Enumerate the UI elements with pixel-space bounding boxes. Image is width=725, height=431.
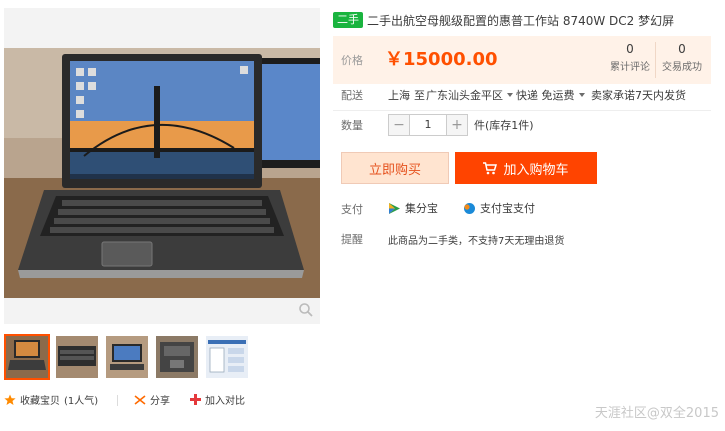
secondhand-tag: 二手 (333, 12, 363, 28)
shipping-promise: 卖家承诺7天内发货 (591, 89, 686, 102)
share-link[interactable]: 分享 (134, 392, 170, 407)
review-count[interactable]: 0 累计评论 (605, 42, 655, 73)
quantity-stepper: − 1 + 件(库存1件) (388, 114, 534, 136)
shipping-method: 快递 免运费 (516, 89, 575, 102)
thumbnail[interactable] (204, 334, 250, 380)
cart-icon (483, 161, 498, 174)
payment-option-jifenbao: 集分宝 (388, 200, 438, 216)
share-icon (134, 394, 146, 405)
payment-row: 支付 集分宝 支付宝支付 (333, 200, 715, 218)
compare-label: 加入对比 (205, 396, 245, 407)
jifenbao-icon (389, 202, 400, 214)
quantity-row: 数量 − 1 + 件(库存1件) (333, 114, 715, 136)
favorite-label: 收藏宝贝 (20, 396, 60, 407)
main-product-image[interactable] (4, 8, 320, 324)
sales-count-number: 0 (678, 42, 686, 56)
share-label: 分享 (150, 396, 170, 407)
increase-button[interactable]: + (446, 114, 468, 136)
compare-link[interactable]: 加入对比 (190, 392, 245, 407)
delivery-from: 上海 (388, 89, 410, 102)
decrease-button[interactable]: − (388, 114, 410, 136)
chevron-down-icon (578, 93, 585, 97)
section-divider (333, 110, 711, 111)
delivery-to-word: 至 (414, 89, 425, 102)
review-count-label: 累计评论 (610, 62, 650, 73)
add-to-cart-label: 加入购物车 (503, 162, 569, 178)
notice-text: 此商品为二手类，不支持7天无理由退货 (388, 235, 565, 247)
quantity-label: 数量 (341, 119, 363, 132)
item-title-text: 二手出航空母舰级配置的惠普工作站 8740W DC2 梦幻屏 (367, 13, 675, 28)
alipay-icon (464, 202, 475, 214)
stats-divider (655, 42, 656, 78)
delivery-label: 配送 (341, 89, 363, 102)
chevron-down-icon (507, 93, 513, 97)
jifenbao-label: 集分宝 (405, 202, 438, 215)
delivery-destination: 广东汕头金平区 (426, 89, 503, 102)
delivery-row: 配送 上海 至 广东汕头金平区 快递 免运费 卖家承诺7天内发货 (333, 86, 715, 104)
laptop-photo (4, 8, 320, 324)
alipay-label: 支付宝支付 (480, 202, 535, 215)
price-label: 价格 (341, 54, 363, 67)
thumbnail-strip (4, 334, 324, 384)
add-to-cart-button[interactable]: 加入购物车 (455, 152, 597, 184)
buy-now-button[interactable]: 立即购买 (341, 152, 449, 184)
notice-label: 提醒 (341, 233, 363, 246)
watermark: 天涯社区@双全2015 (594, 406, 719, 421)
price-box: 价格 ￥15000.00 0 累计评论 0 交易成功 (333, 36, 711, 84)
thumbnail[interactable] (154, 334, 200, 380)
price-value: ￥15000.00 (385, 49, 498, 70)
zoom-icon[interactable] (298, 302, 314, 318)
shipping-select[interactable]: 快递 免运费 (516, 87, 585, 103)
review-count-number: 0 (626, 42, 634, 56)
item-actions: 收藏宝贝 (1人气) 分享 加入对比 (4, 392, 324, 410)
favorite-link[interactable]: 收藏宝贝 (1人气) (4, 392, 98, 407)
sales-count-label: 交易成功 (662, 62, 702, 73)
action-divider (117, 395, 118, 406)
item-title: 二手 二手出航空母舰级配置的惠普工作站 8740W DC2 梦幻屏 (333, 10, 715, 30)
payment-label: 支付 (341, 203, 363, 216)
notice-row: 提醒 此商品为二手类，不支持7天无理由退货 (333, 230, 715, 248)
thumbnail[interactable] (104, 334, 150, 380)
popularity-count: (1人气) (64, 396, 99, 407)
star-icon (4, 394, 16, 405)
sales-count: 0 交易成功 (657, 42, 707, 73)
plus-icon (190, 394, 201, 405)
thumbnail[interactable] (54, 334, 100, 380)
thumbnail[interactable] (4, 334, 50, 380)
stock-info: 件(库存1件) (474, 119, 534, 132)
payment-option-alipay: 支付宝支付 (463, 200, 535, 216)
delivery-destination-select[interactable]: 广东汕头金平区 (426, 87, 513, 103)
quantity-input[interactable]: 1 (410, 114, 446, 136)
